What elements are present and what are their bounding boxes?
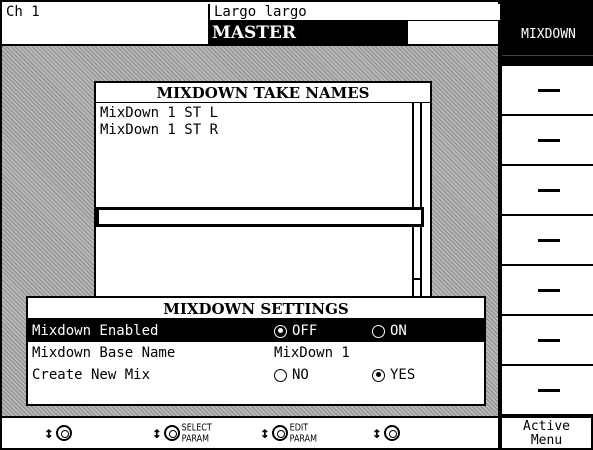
soft-key-3[interactable]	[502, 166, 593, 214]
up-down-arrow-icon: ↕	[372, 423, 382, 442]
mixdown-settings-panel: MIXDOWN SETTINGS Mixdown Enabled OFF ON …	[26, 296, 486, 406]
knob-icon	[55, 425, 72, 441]
pod-knob-1[interactable]: ↕	[44, 424, 72, 442]
main-panel: MIXDOWN TAKE NAMES MixDown 1 ST L MixDow…	[0, 46, 500, 416]
setting-label: Mixdown Base Name	[32, 345, 176, 361]
take-name-input[interactable]	[96, 207, 424, 227]
radio-unselected-icon	[274, 368, 287, 382]
setting-label: Mixdown Enabled	[32, 323, 159, 339]
dash-icon	[537, 138, 560, 142]
dash-icon	[537, 388, 560, 392]
base-name-value[interactable]: MixDown 1	[274, 342, 350, 364]
soft-key-4[interactable]	[502, 216, 593, 264]
radio-unselected-icon	[372, 324, 385, 338]
radio-option-no[interactable]: NO	[274, 364, 309, 386]
radio-selected-icon	[372, 368, 385, 382]
setting-row-base-name[interactable]: Mixdown Base Name MixDown 1	[28, 342, 484, 364]
take-names-title: MIXDOWN TAKE NAMES	[96, 83, 430, 103]
setting-label: Create New Mix	[32, 367, 151, 383]
knob-icon	[163, 425, 180, 441]
soft-key-menu: MIXDOWN	[500, 0, 593, 416]
setting-row-mixdown-enabled[interactable]: Mixdown Enabled OFF ON	[28, 320, 484, 342]
take-names-panel: MIXDOWN TAKE NAMES MixDown 1 ST L MixDow…	[94, 81, 432, 314]
take-name-item[interactable]: MixDown 1 ST L	[100, 105, 218, 122]
mixer-screen: Ch 1 Largo largo MASTER MIXDOWN TAKE NAM…	[0, 0, 593, 450]
take-name-item[interactable]: MixDown 1 ST R	[100, 122, 218, 139]
soft-key-7[interactable]	[502, 366, 593, 414]
knob-label: SELECT PARAM	[181, 422, 212, 444]
channel-label: Ch 1	[6, 4, 40, 20]
active-menu-button[interactable]: Active Menu	[500, 416, 593, 450]
settings-title: MIXDOWN SETTINGS	[28, 298, 484, 320]
setting-row-create-new-mix[interactable]: Create New Mix NO YES	[28, 364, 484, 386]
menu-title: MIXDOWN	[502, 14, 593, 56]
take-names-list[interactable]: MixDown 1 ST L MixDown 1 ST R	[100, 105, 218, 139]
knob-icon	[383, 425, 400, 441]
soft-key-6[interactable]	[502, 316, 593, 364]
pod-knob-4[interactable]: ↕	[372, 424, 400, 442]
radio-option-off[interactable]: OFF	[274, 320, 317, 342]
radio-option-yes[interactable]: YES	[372, 364, 415, 386]
soft-key-1[interactable]	[502, 66, 593, 114]
up-down-arrow-icon: ↕	[260, 423, 270, 442]
dash-icon	[537, 88, 560, 92]
dash-icon	[537, 288, 560, 292]
knob-icon	[271, 425, 288, 441]
radio-option-on[interactable]: ON	[372, 320, 407, 342]
header-bar: Ch 1 Largo largo MASTER	[0, 0, 500, 46]
pod-knob-3[interactable]: ↕ EDIT PARAM	[260, 422, 318, 444]
dash-icon	[537, 188, 560, 192]
project-name: Largo largo	[208, 4, 500, 21]
radio-selected-icon	[274, 324, 287, 338]
pod-knob-2[interactable]: ↕ SELECT PARAM	[152, 422, 212, 444]
up-down-arrow-icon: ↕	[44, 423, 54, 442]
soft-key-2[interactable]	[502, 116, 593, 164]
dash-icon	[537, 238, 560, 242]
pod-knob-bar: ↕ ↕ SELECT PARAM ↕ EDIT PARAM ↕	[0, 416, 500, 450]
knob-label: EDIT PARAM	[289, 422, 318, 444]
soft-key-5[interactable]	[502, 266, 593, 314]
screen-title: MASTER	[208, 21, 408, 46]
up-down-arrow-icon: ↕	[152, 423, 162, 442]
dash-icon	[537, 338, 560, 342]
